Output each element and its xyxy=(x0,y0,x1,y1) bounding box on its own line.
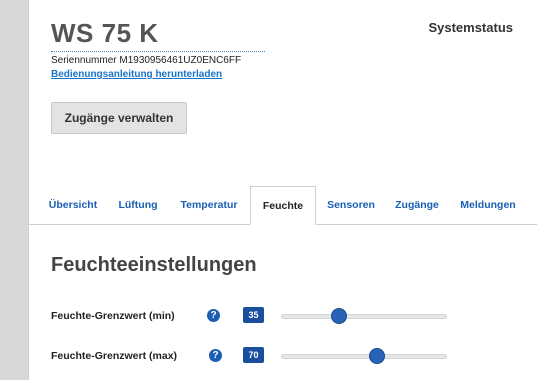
tab-messages[interactable]: Meldungen xyxy=(453,186,523,223)
help-icon[interactable]: ? xyxy=(207,309,220,322)
tab-sensors[interactable]: Sensoren xyxy=(321,186,381,223)
tab-bar: Übersicht Lüftung Temperatur Feuchte Sen… xyxy=(29,186,537,225)
tab-overview[interactable]: Übersicht xyxy=(39,186,107,223)
device-panel: WS 75 K Systemstatus Seriennummer M19309… xyxy=(28,0,537,380)
tab-humidity[interactable]: Feuchte xyxy=(250,186,316,225)
section-title: Feuchteeinstellungen xyxy=(51,254,257,276)
setting-label: Feuchte-Grenzwert (max) xyxy=(51,350,178,362)
setting-label: Feuchte-Grenzwert (min) xyxy=(51,310,175,322)
manual-download-link[interactable]: Bedienungsanleitung herunterladen xyxy=(51,69,222,80)
value-badge: 35 xyxy=(243,307,264,323)
value-badge: 70 xyxy=(243,347,264,363)
tab-ventilation[interactable]: Lüftung xyxy=(111,186,165,223)
humidity-min-slider[interactable] xyxy=(281,308,447,324)
setting-row-min: Feuchte-Grenzwert (min) ? 35 xyxy=(51,306,531,328)
setting-row-max: Feuchte-Grenzwert (max) ? 70 xyxy=(51,346,531,368)
tab-access[interactable]: Zugänge xyxy=(389,186,445,223)
humidity-max-slider[interactable] xyxy=(281,348,447,364)
help-icon[interactable]: ? xyxy=(209,349,222,362)
system-status-link[interactable]: Systemstatus xyxy=(428,20,513,35)
device-name: WS 75 K xyxy=(51,18,265,52)
tab-temperature[interactable]: Temperatur xyxy=(175,186,243,223)
serial-number: Seriennummer M1930956461UZ0ENC6FF xyxy=(51,55,242,66)
slider-thumb[interactable] xyxy=(369,348,386,364)
slider-thumb[interactable] xyxy=(331,308,348,324)
manage-access-button[interactable]: Zugänge verwalten xyxy=(51,102,187,134)
